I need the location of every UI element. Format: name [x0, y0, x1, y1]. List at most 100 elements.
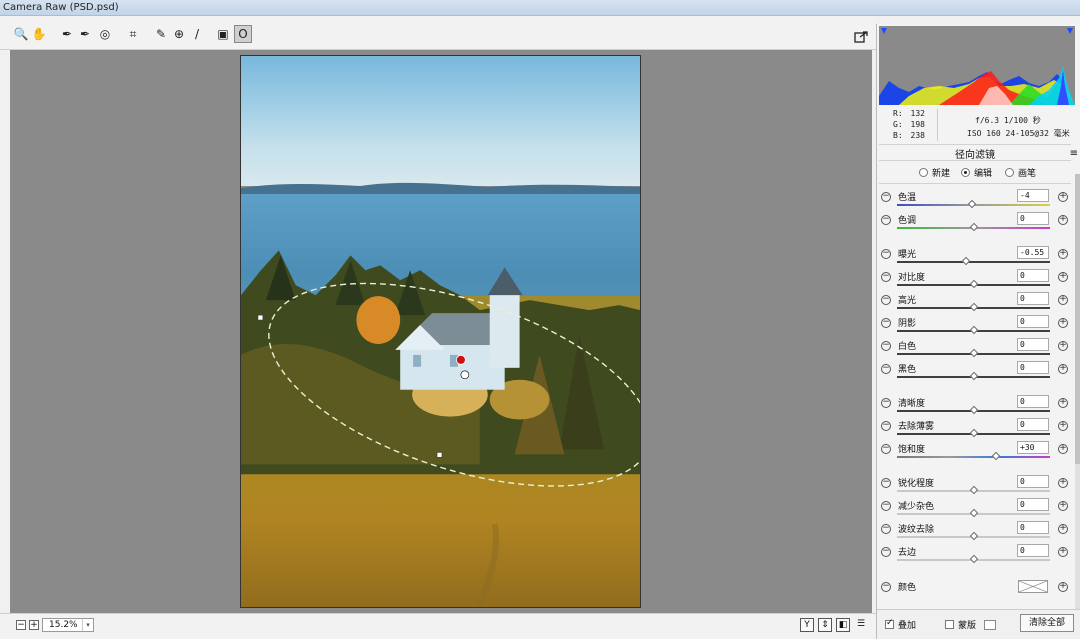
plus-icon[interactable]: +: [1058, 444, 1068, 454]
minus-icon[interactable]: −: [881, 582, 891, 592]
zoom-out-button[interactable]: −: [16, 620, 26, 630]
minus-icon[interactable]: −: [881, 249, 891, 259]
color-row: − 颜色 +: [877, 578, 1073, 601]
targeted-adjustment-tool-icon[interactable]: ◎: [96, 25, 114, 43]
slider-value-input[interactable]: 0: [1017, 338, 1049, 351]
panel-menu-icon[interactable]: ≡: [1070, 148, 1078, 159]
minus-icon[interactable]: −: [881, 318, 891, 328]
mask-checkbox[interactable]: 蒙版: [945, 618, 997, 631]
graduated-filter-tool-icon[interactable]: ▣: [214, 25, 232, 43]
image-canvas[interactable]: [10, 50, 872, 613]
red-eye-tool-icon[interactable]: ⊕: [170, 25, 188, 43]
slider-value-input[interactable]: 0: [1017, 544, 1049, 557]
plus-icon[interactable]: +: [1058, 272, 1068, 282]
minus-icon[interactable]: −: [881, 444, 891, 454]
plus-icon[interactable]: +: [1058, 295, 1068, 305]
slider-value-input[interactable]: -0.55: [1017, 246, 1049, 259]
slider-value-input[interactable]: -4: [1017, 189, 1049, 202]
minus-icon[interactable]: −: [881, 192, 891, 202]
plus-icon[interactable]: +: [1058, 547, 1068, 557]
rgb-readout-g: G: 198: [893, 120, 925, 129]
slider-thumb[interactable]: [967, 199, 977, 209]
photo-preview[interactable]: [240, 55, 641, 608]
white-balance-tool-icon[interactable]: ✒: [58, 25, 76, 43]
window-title: Camera Raw (PSD.psd): [0, 0, 1080, 16]
plus-icon[interactable]: +: [1058, 318, 1068, 328]
minus-icon[interactable]: −: [881, 272, 891, 282]
slider-thumb[interactable]: [969, 279, 978, 289]
slider-thumb[interactable]: [969, 325, 978, 335]
minus-icon[interactable]: −: [881, 398, 891, 408]
plus-icon[interactable]: +: [1058, 524, 1068, 534]
slider-label: 色调: [898, 216, 917, 226]
plus-icon[interactable]: +: [1058, 478, 1068, 488]
minus-icon[interactable]: −: [881, 295, 891, 305]
plus-icon[interactable]: +: [1058, 582, 1068, 592]
settings-sliders-icon[interactable]: ☰: [854, 618, 868, 632]
slider-value-input[interactable]: 0: [1017, 521, 1049, 534]
minus-icon[interactable]: −: [881, 524, 891, 534]
hand-tool-icon[interactable]: ✋: [30, 25, 48, 43]
minus-icon[interactable]: −: [881, 501, 891, 511]
plus-icon[interactable]: +: [1058, 364, 1068, 374]
slider-track[interactable]: [897, 456, 1050, 458]
radial-filter-tool-icon[interactable]: O: [234, 25, 252, 43]
slider-thumb[interactable]: [969, 371, 978, 381]
mode-radio-1[interactable]: 编辑: [961, 166, 992, 179]
slider-thumb[interactable]: [969, 554, 978, 564]
slider-thumb[interactable]: [969, 428, 978, 438]
plus-icon[interactable]: +: [1058, 192, 1068, 202]
minus-icon[interactable]: −: [881, 547, 891, 557]
plus-icon[interactable]: +: [1058, 341, 1068, 351]
slider-value-input[interactable]: 0: [1017, 475, 1049, 488]
swap-before-after-button[interactable]: ⇕: [818, 618, 832, 632]
slider-value-input[interactable]: +30: [1017, 441, 1049, 454]
minus-icon[interactable]: −: [881, 421, 891, 431]
slider-value-input[interactable]: 0: [1017, 418, 1049, 431]
slider-value-input[interactable]: 0: [1017, 498, 1049, 511]
mode-radio-2[interactable]: 画笔: [1005, 166, 1036, 179]
crop-tool-icon[interactable]: ⌗: [124, 25, 142, 43]
slider-thumb[interactable]: [969, 222, 978, 232]
before-after-toggle-button[interactable]: Y: [800, 618, 814, 632]
slider-thumb[interactable]: [961, 256, 971, 266]
mode-radio-0[interactable]: 新建: [919, 166, 950, 179]
color-sampler-tool-icon[interactable]: ✒: [76, 25, 94, 43]
panel-scrollbar[interactable]: [1075, 174, 1080, 614]
slider-thumb[interactable]: [969, 302, 978, 312]
slider-label: 阴影: [898, 319, 917, 329]
mask-color-swatch[interactable]: [984, 619, 997, 630]
spot-removal-tool-icon[interactable]: ✎: [152, 25, 170, 43]
slider-thumb[interactable]: [969, 348, 978, 358]
slider-value-input[interactable]: 0: [1017, 269, 1049, 282]
slider-thumb[interactable]: [969, 485, 978, 495]
zoom-in-button[interactable]: +: [29, 620, 39, 630]
slider-track[interactable]: [897, 261, 1050, 263]
clear-all-button[interactable]: 清除全部: [1020, 614, 1074, 632]
slider-thumb[interactable]: [992, 451, 1001, 461]
slider-thumb[interactable]: [969, 531, 978, 541]
minus-icon[interactable]: −: [881, 364, 891, 374]
minus-icon[interactable]: −: [881, 341, 891, 351]
slider-value-input[interactable]: 0: [1017, 292, 1049, 305]
slider-value-input[interactable]: 0: [1017, 395, 1049, 408]
plus-icon[interactable]: +: [1058, 421, 1068, 431]
slider-value-input[interactable]: 0: [1017, 361, 1049, 374]
slider-thumb[interactable]: [969, 508, 978, 518]
zoom-level-select[interactable]: 15.2% ▾: [42, 618, 94, 632]
zoom-tool-icon[interactable]: 🔍: [12, 25, 30, 43]
slider-thumb[interactable]: [969, 405, 978, 415]
adjustment-brush-tool-icon[interactable]: /: [188, 25, 206, 43]
open-in-new-icon[interactable]: [852, 28, 870, 46]
plus-icon[interactable]: +: [1058, 398, 1068, 408]
slider-value-input[interactable]: 0: [1017, 212, 1049, 225]
slider-value-input[interactable]: 0: [1017, 315, 1049, 328]
color-swatch[interactable]: [1018, 580, 1048, 593]
plus-icon[interactable]: +: [1058, 249, 1068, 259]
plus-icon[interactable]: +: [1058, 501, 1068, 511]
plus-icon[interactable]: +: [1058, 215, 1068, 225]
minus-icon[interactable]: −: [881, 215, 891, 225]
copy-settings-button[interactable]: ◧: [836, 618, 850, 632]
minus-icon[interactable]: −: [881, 478, 891, 488]
overlay-checkbox[interactable]: 叠加: [885, 618, 916, 631]
